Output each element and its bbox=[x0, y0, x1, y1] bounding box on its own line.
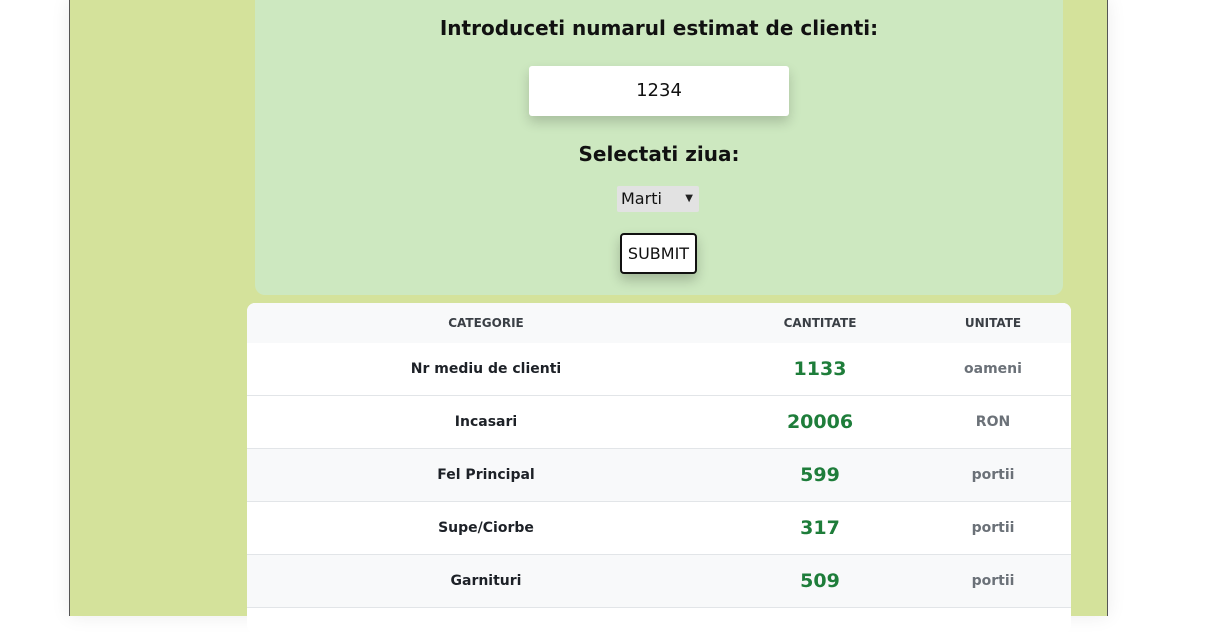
row-category: Fel Principal bbox=[437, 467, 535, 483]
day-select-value: Marti bbox=[621, 189, 662, 208]
row-category: Supe/Ciorbe bbox=[438, 520, 534, 536]
page-container: Introduceti numarul estimat de clienti: … bbox=[69, 0, 1108, 633]
results-table: CATEGORIE CANTITATE UNITATE Nr mediu de … bbox=[247, 303, 1071, 633]
table-row: Supe/Ciorbe 317 portii bbox=[247, 502, 1071, 555]
day-select[interactable]: Marti ▼ bbox=[617, 186, 699, 212]
day-label: Selectati ziua: bbox=[578, 142, 740, 166]
row-unit: RON bbox=[975, 414, 1011, 430]
row-category: Garnituri bbox=[450, 573, 522, 589]
row-unit: oameni bbox=[964, 361, 1022, 377]
row-quantity: 20006 bbox=[786, 411, 854, 433]
chevron-down-icon: ▼ bbox=[685, 193, 693, 204]
row-quantity: 317 bbox=[800, 517, 840, 539]
row-quantity: 599 bbox=[800, 464, 840, 486]
header-quantity: CANTITATE bbox=[783, 316, 857, 330]
header-category: CATEGORIE bbox=[448, 316, 524, 330]
row-unit: portii bbox=[971, 467, 1015, 483]
table-row: Garnituri 509 portii bbox=[247, 555, 1071, 608]
estimate-form: Introduceti numarul estimat de clienti: … bbox=[255, 0, 1063, 295]
row-unit: portii bbox=[971, 520, 1015, 536]
row-unit: portii bbox=[971, 573, 1015, 589]
header-unit: UNITATE bbox=[964, 316, 1022, 330]
table-row: Incasari 20006 RON bbox=[247, 396, 1071, 449]
row-quantity: 509 bbox=[800, 570, 840, 592]
table-row: Fel Principal 599 portii bbox=[247, 449, 1071, 502]
row-quantity: 1133 bbox=[793, 358, 847, 380]
clients-number-input[interactable]: 1234 bbox=[529, 66, 789, 116]
table-header: CATEGORIE CANTITATE UNITATE bbox=[247, 303, 1071, 343]
clients-label: Introduceti numarul estimat de clienti: bbox=[439, 16, 879, 40]
row-category: Nr mediu de clienti bbox=[410, 361, 562, 377]
table-row: Nr mediu de clienti 1133 oameni bbox=[247, 343, 1071, 396]
submit-button[interactable]: SUBMIT bbox=[620, 233, 697, 274]
row-category: Incasari bbox=[454, 414, 518, 430]
